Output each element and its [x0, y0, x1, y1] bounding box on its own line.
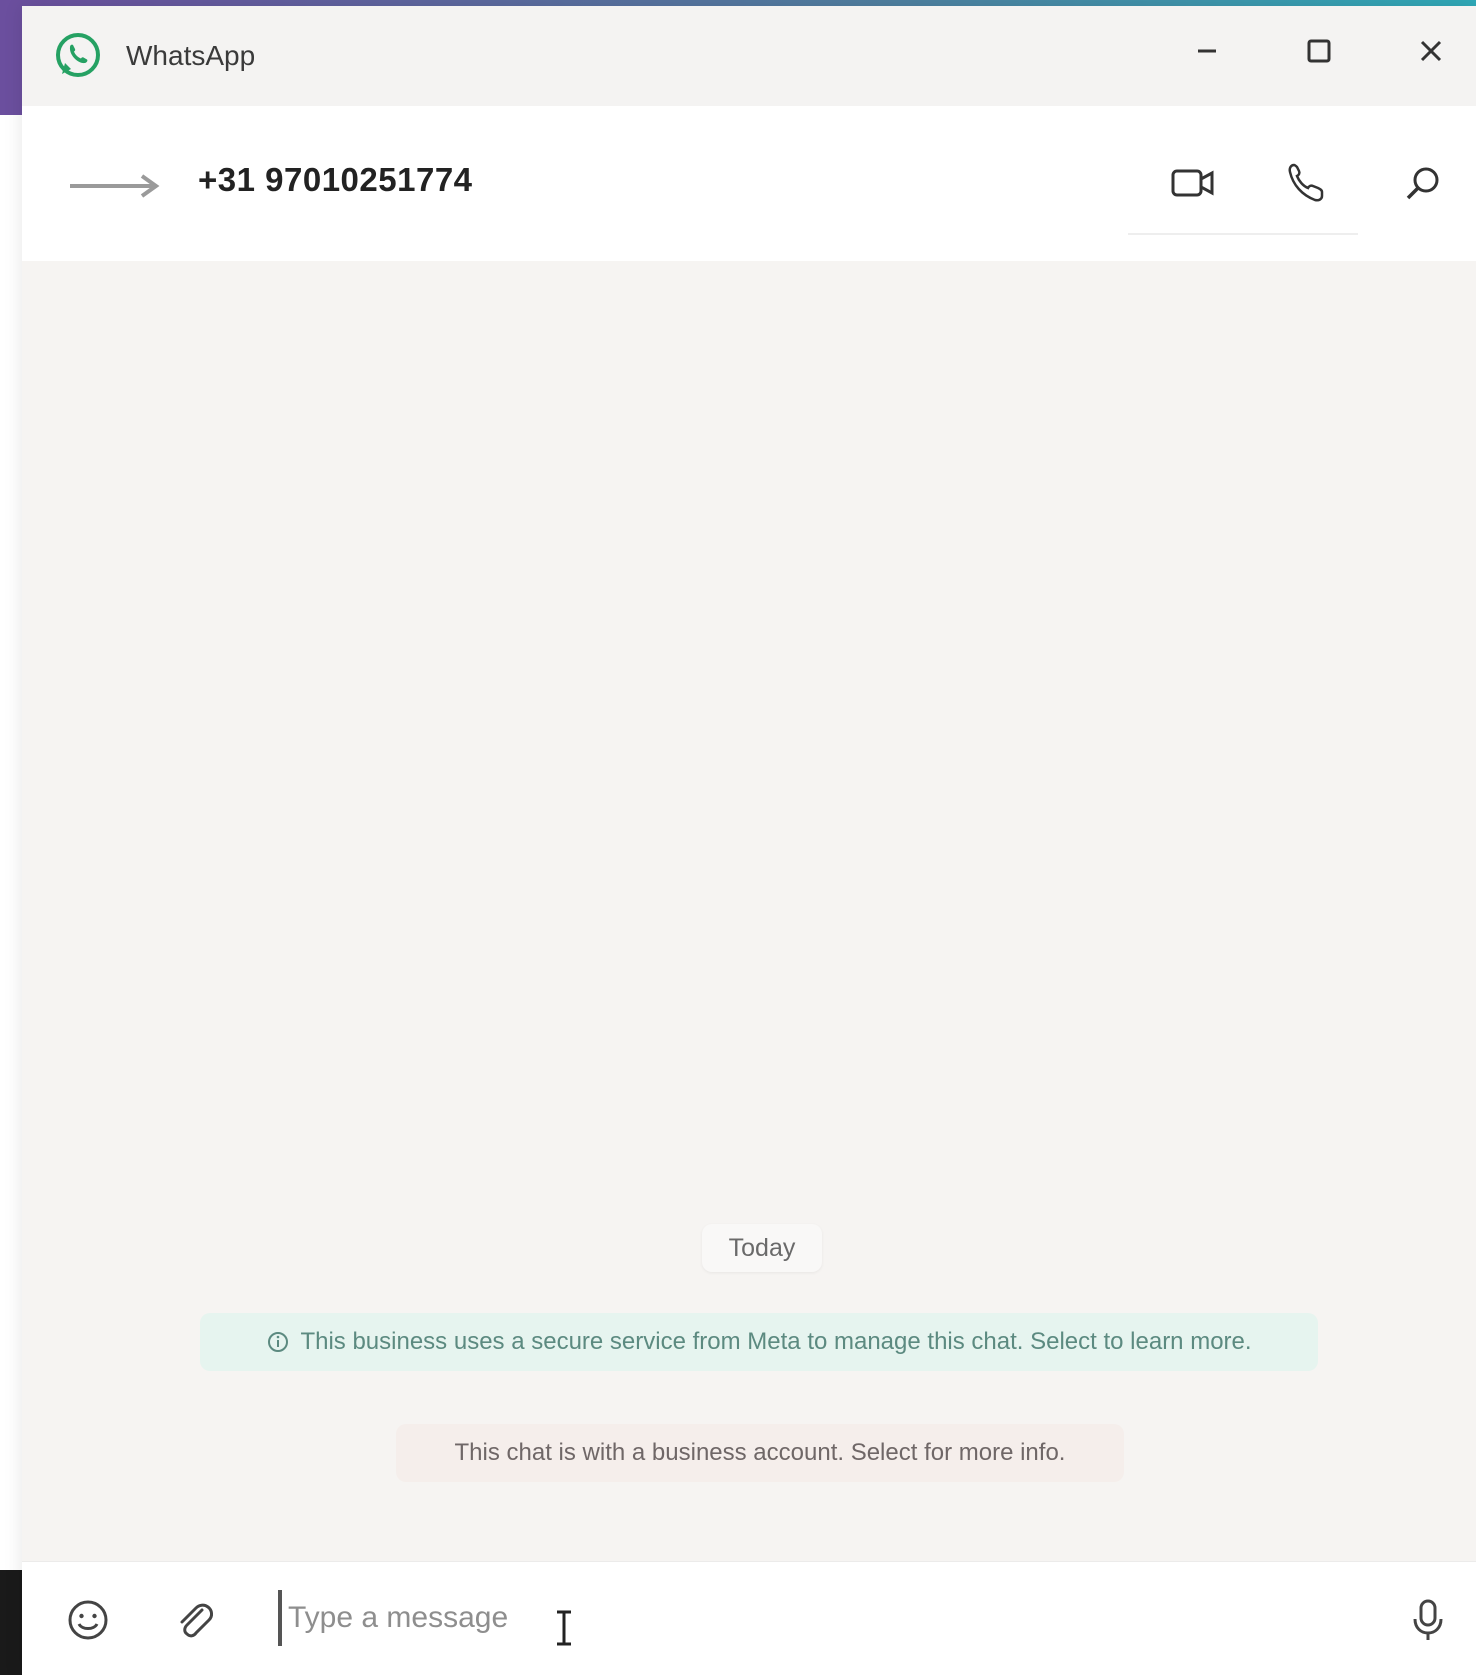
desktop: WhatsApp +31 97010251774 Today This busi…	[0, 0, 1476, 1675]
emoji-icon	[68, 1600, 108, 1640]
back-arrow-icon	[70, 174, 160, 198]
meta-notice-text: This business uses a secure service from…	[300, 1328, 1252, 1355]
emoji-button[interactable]	[62, 1594, 114, 1646]
message-list[interactable]: Today This business uses a secure servic…	[22, 261, 1476, 1561]
search-icon	[1406, 167, 1439, 200]
meta-security-notice[interactable]: This business uses a secure service from…	[200, 1313, 1318, 1371]
back-button[interactable]	[68, 166, 168, 206]
date-separator: Today	[702, 1224, 822, 1272]
maximize-button[interactable]	[1284, 26, 1354, 76]
title-bar[interactable]: WhatsApp	[22, 6, 1476, 106]
whatsapp-window: WhatsApp +31 97010251774 Today This busi…	[22, 6, 1476, 1675]
message-input[interactable]	[278, 1590, 1368, 1646]
phone-icon	[1288, 163, 1324, 202]
business-notice-text: This chat is with a business account. Se…	[454, 1439, 1066, 1466]
text-cursor-icon	[552, 1608, 576, 1648]
voice-call-button[interactable]	[1280, 158, 1330, 208]
attach-button[interactable]	[168, 1594, 220, 1646]
app-title: WhatsApp	[126, 40, 256, 71]
info-icon	[266, 1330, 290, 1354]
maximize-icon	[1307, 39, 1331, 63]
attach-icon	[180, 1603, 213, 1638]
search-button[interactable]	[1398, 158, 1448, 208]
close-button[interactable]	[1396, 26, 1466, 76]
minimize-icon	[1198, 49, 1216, 53]
whatsapp-logo-icon	[52, 30, 104, 82]
microphone-button[interactable]	[1402, 1594, 1454, 1646]
video-call-button[interactable]	[1168, 158, 1218, 208]
video-call-icon	[1171, 169, 1214, 197]
chat-header: +31 97010251774	[22, 106, 1476, 261]
microphone-icon	[1413, 1599, 1443, 1640]
desktop-left-accent	[0, 0, 22, 115]
message-composer	[22, 1561, 1476, 1675]
close-icon	[1420, 40, 1442, 62]
business-account-notice[interactable]: This chat is with a business account. Se…	[396, 1424, 1124, 1482]
desktop-left-edge	[0, 1570, 22, 1675]
contact-name[interactable]: +31 97010251774	[198, 161, 473, 199]
minimize-button[interactable]	[1172, 26, 1242, 76]
